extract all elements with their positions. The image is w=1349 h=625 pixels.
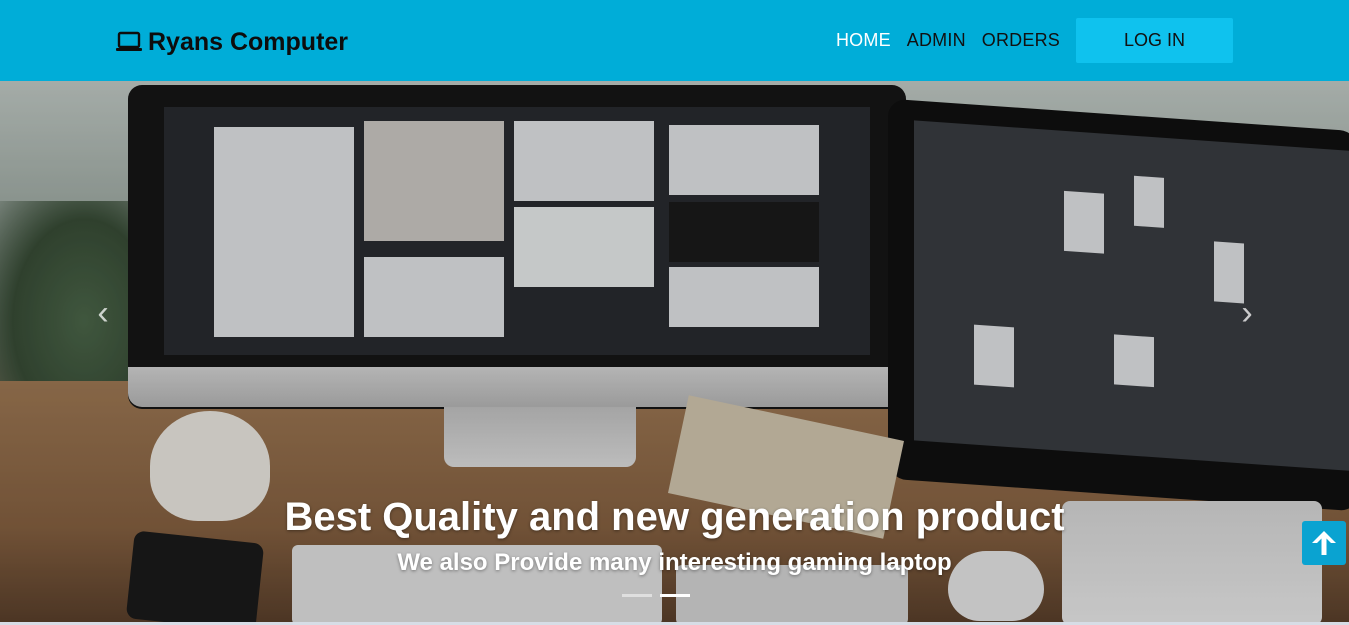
chevron-left-icon[interactable]: ‹: [88, 293, 118, 333]
nav-home-link[interactable]: HOME: [836, 30, 891, 51]
carousel-indicators: [622, 594, 690, 597]
brand-link[interactable]: Ryans Computer: [116, 26, 348, 58]
hero-carousel: ‹ › Best Quality and new generation prod…: [0, 81, 1349, 625]
chevron-right-icon[interactable]: ›: [1232, 293, 1262, 333]
scroll-to-top-button[interactable]: [1302, 521, 1346, 565]
carousel-indicator-active[interactable]: [660, 594, 690, 597]
brand-name: Ryans Computer: [148, 27, 349, 56]
hero-title: Best Quality and new generation product: [284, 495, 1065, 539]
navbar: Ryans Computer HOME ADMIN ORDERS LOG IN: [0, 0, 1349, 81]
laptop-icon: [116, 31, 142, 51]
nav-links: HOME ADMIN ORDERS LOG IN: [836, 18, 1233, 63]
arrow-up-icon: [1312, 531, 1336, 555]
carousel-indicator[interactable]: [622, 594, 652, 597]
nav-orders-link[interactable]: ORDERS: [982, 30, 1060, 51]
hero-subtitle: We also Provide many interesting gaming …: [397, 549, 952, 576]
login-button[interactable]: LOG IN: [1076, 18, 1233, 63]
nav-admin-link[interactable]: ADMIN: [907, 30, 966, 51]
